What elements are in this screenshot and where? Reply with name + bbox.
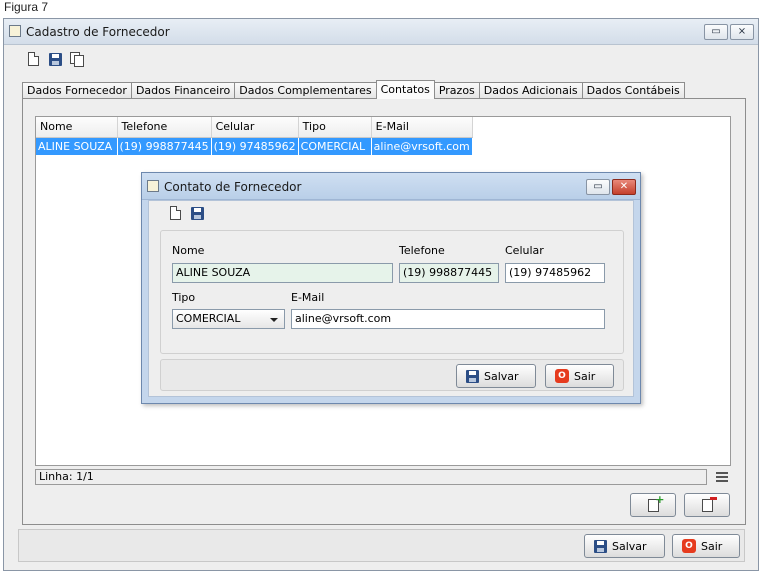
figure-caption: Figura 7 — [4, 0, 49, 14]
main-footer: Salvar O Sair — [18, 529, 745, 562]
main-window-title: Cadastro de Fornecedor — [26, 25, 170, 39]
label-email: E-Mail — [291, 291, 325, 304]
email-field[interactable]: aline@vrsoft.com — [291, 309, 605, 329]
dialog-new-button[interactable] — [166, 204, 184, 222]
dialog-exit-button-label: Sair — [574, 369, 596, 383]
floppy-disk-icon — [466, 369, 479, 383]
copy-document-icon — [70, 51, 84, 67]
chevron-down-icon — [270, 318, 278, 322]
contact-dialog: Contato de Fornecedor ▭ ✕ Nome Telefone … — [141, 172, 641, 404]
cell-telefone[interactable]: (19) 998877445 — [117, 137, 212, 155]
new-document-icon — [169, 206, 181, 220]
exit-button[interactable]: O Sair — [672, 534, 740, 558]
cell-nome[interactable]: ALINE SOUZA — [36, 137, 118, 155]
close-button[interactable]: ⨯ — [730, 24, 754, 40]
dialog-save-toolbar-button[interactable] — [188, 204, 206, 222]
tab-dados-complementares[interactable]: Dados Complementares — [234, 82, 377, 99]
cell-email[interactable]: aline@vrsoft.com — [371, 137, 473, 155]
add-row-button[interactable] — [630, 493, 676, 517]
label-tipo: Tipo — [172, 291, 196, 304]
column-header-tipo[interactable]: Tipo — [298, 117, 372, 138]
tab-strip: Dados Fornecedor Dados Financeiro Dados … — [22, 80, 685, 99]
row-counter: Linha: 1/1 — [35, 469, 707, 485]
dialog-save-button-label: Salvar — [484, 369, 519, 383]
dialog-body: Nome Telefone Celular ALINE SOUZA (19) 9… — [148, 200, 634, 397]
copy-button[interactable] — [68, 50, 86, 68]
tab-contatos[interactable]: Contatos — [375, 80, 435, 99]
dialog-close-button[interactable]: ✕ — [612, 179, 636, 195]
contact-form: Nome Telefone Celular ALINE SOUZA (19) 9… — [160, 230, 624, 354]
table-row[interactable]: ALINE SOUZA (19) 998877445 (19) 97485962… — [36, 137, 473, 155]
remove-document-icon — [701, 496, 717, 512]
contacts-table: Nome Telefone Celular Tipo E-Mail ALINE … — [36, 117, 473, 155]
celular-field[interactable]: (19) 97485962 — [505, 263, 605, 283]
remove-row-button[interactable] — [684, 493, 730, 517]
add-document-icon — [647, 493, 665, 512]
restore-button[interactable]: ▭ — [704, 24, 728, 40]
main-titlebar[interactable]: Cadastro de Fornecedor ▭ ⨯ — [4, 19, 758, 45]
dialog-exit-button[interactable]: O Sair — [545, 364, 614, 388]
label-nome: Nome — [172, 244, 205, 257]
dialog-window-icon — [147, 180, 159, 192]
column-header-telefone[interactable]: Telefone — [117, 117, 212, 138]
table-header-row: Nome Telefone Celular Tipo E-Mail — [36, 117, 473, 138]
stop-icon: O — [682, 539, 696, 553]
save-button[interactable]: Salvar — [584, 534, 665, 558]
dialog-footer: Salvar O Sair — [160, 359, 624, 391]
dialog-toolbar — [166, 204, 206, 222]
tipo-select[interactable]: COMERCIAL — [172, 309, 285, 329]
cell-celular[interactable]: (19) 97485962 — [211, 137, 299, 155]
save-button-label: Salvar — [612, 539, 647, 553]
exit-button-label: Sair — [701, 539, 723, 553]
tab-prazos[interactable]: Prazos — [433, 82, 480, 99]
main-toolbar — [24, 50, 86, 68]
column-header-nome[interactable]: Nome — [36, 117, 118, 138]
app-window-icon — [9, 25, 21, 37]
label-celular: Celular — [505, 244, 544, 257]
dialog-restore-button[interactable]: ▭ — [586, 179, 610, 195]
column-header-celular[interactable]: Celular — [211, 117, 299, 138]
menu-icon[interactable] — [716, 472, 728, 482]
tab-dados-financeiro[interactable]: Dados Financeiro — [130, 82, 236, 99]
cell-tipo[interactable]: COMERCIAL — [298, 137, 372, 155]
telefone-field[interactable]: (19) 998877445 — [399, 263, 499, 283]
floppy-disk-icon — [48, 52, 62, 66]
new-document-icon — [27, 52, 39, 66]
dialog-title: Contato de Fornecedor — [164, 180, 302, 194]
tab-dados-adicionais[interactable]: Dados Adicionais — [478, 82, 583, 99]
tab-dados-contabeis[interactable]: Dados Contábeis — [581, 82, 685, 99]
nome-field[interactable]: ALINE SOUZA — [172, 263, 393, 283]
new-button[interactable] — [24, 50, 42, 68]
tab-dados-fornecedor[interactable]: Dados Fornecedor — [22, 82, 132, 99]
tipo-select-value: COMERCIAL — [176, 312, 241, 325]
label-telefone: Telefone — [399, 244, 445, 257]
floppy-disk-icon — [190, 206, 204, 220]
save-toolbar-button[interactable] — [46, 50, 64, 68]
dialog-titlebar[interactable]: Contato de Fornecedor ▭ ✕ — [142, 173, 640, 200]
column-header-email[interactable]: E-Mail — [371, 117, 473, 138]
stop-icon: O — [555, 369, 569, 383]
floppy-disk-icon — [594, 539, 607, 553]
dialog-save-button[interactable]: Salvar — [456, 364, 536, 388]
